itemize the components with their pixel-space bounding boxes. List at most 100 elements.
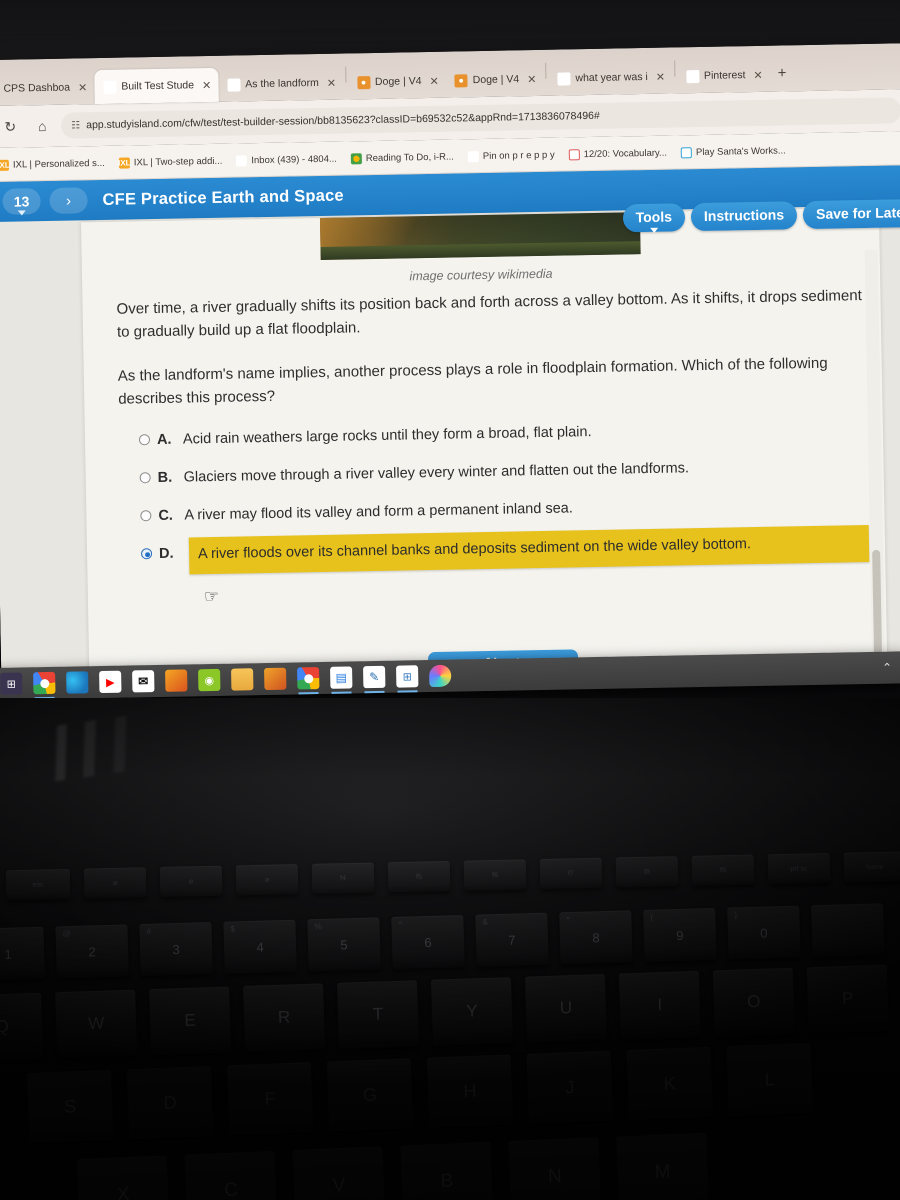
- tab-doge-v4-1[interactable]: ● Doge | V4 ✕: [348, 64, 446, 100]
- taskbar-green-app-icon[interactable]: ◉: [198, 668, 221, 692]
- key-7[interactable]: & 7: [475, 912, 549, 967]
- key-i[interactable]: I: [618, 970, 701, 1040]
- key-f1[interactable]: ø: [83, 867, 147, 899]
- address-bar[interactable]: ☷ app.studyisland.com/cfw/test/test-buil…: [60, 97, 900, 139]
- bookmark-reading-to-do[interactable]: Reading To Do, i-R...: [350, 151, 454, 164]
- radio-button-b[interactable]: [139, 472, 151, 484]
- key-g[interactable]: G: [326, 1058, 414, 1132]
- close-icon[interactable]: ✕: [527, 72, 536, 85]
- key-0[interactable]: ) 0: [727, 905, 801, 960]
- taskbar-calculator-icon[interactable]: ⊞: [396, 665, 419, 688]
- key-f9[interactable]: f9: [691, 854, 755, 886]
- reload-icon[interactable]: ↻: [0, 113, 23, 139]
- start-button[interactable]: ⊞: [0, 672, 23, 695]
- close-icon[interactable]: ✕: [656, 70, 665, 83]
- tab-pinterest[interactable]: Ⓥ Pinterest ✕: [677, 58, 770, 94]
- key-minus[interactable]: [811, 903, 885, 958]
- taskbar-chrome-2-icon[interactable]: [297, 667, 320, 690]
- option-c[interactable]: C. A river may flood its valley and form…: [140, 493, 868, 527]
- show-hidden-icons-button[interactable]: ⌃: [882, 661, 892, 675]
- taskbar-file-explorer-icon[interactable]: [231, 668, 254, 691]
- key-x[interactable]: X: [76, 1155, 170, 1200]
- new-tab-button[interactable]: +: [777, 64, 786, 81]
- radio-button-a[interactable]: [138, 434, 151, 446]
- key-k[interactable]: K: [626, 1046, 714, 1120]
- key-t[interactable]: T: [336, 980, 420, 1049]
- key-r[interactable]: R: [243, 983, 326, 1052]
- key-3[interactable]: # 3: [139, 922, 213, 977]
- taskbar-edge-icon[interactable]: [66, 671, 89, 694]
- bookmark-pin-on-preppy[interactable]: G Pin on p r e p p y: [467, 149, 555, 162]
- option-d[interactable]: D. A river floods over its channel banks…: [140, 525, 870, 606]
- key-f7[interactable]: f7: [539, 857, 603, 890]
- tab-what-year-was[interactable]: G what year was i ✕: [548, 60, 672, 96]
- key-b[interactable]: B: [400, 1141, 494, 1200]
- option-a[interactable]: A. Acid rain weathers large rocks until …: [138, 417, 867, 451]
- taskbar-paint-icon[interactable]: ✎: [363, 665, 386, 689]
- save-for-later-button[interactable]: Save for Late: [802, 199, 900, 230]
- key-f[interactable]: F: [226, 1062, 314, 1136]
- site-info-icon[interactable]: ☷: [71, 120, 79, 131]
- tab-built-test-student[interactable]: ▲ Built Test Stude ✕: [93, 67, 219, 105]
- key-home[interactable]: home: [843, 851, 900, 883]
- tools-button[interactable]: Tools: [622, 203, 686, 233]
- key-esc[interactable]: esc: [5, 868, 71, 901]
- close-icon[interactable]: ✕: [78, 81, 87, 94]
- key-c[interactable]: C: [184, 1150, 278, 1200]
- key-s[interactable]: S: [26, 1069, 114, 1144]
- key-v[interactable]: V: [292, 1146, 386, 1200]
- next-question-arrow-button[interactable]: ›: [49, 187, 88, 214]
- key-o[interactable]: O: [712, 967, 795, 1037]
- key-f6[interactable]: f6: [463, 859, 527, 891]
- key-p[interactable]: P: [806, 964, 889, 1034]
- taskbar-youtube-icon[interactable]: ▶: [99, 670, 122, 694]
- radio-button-d[interactable]: [140, 548, 153, 560]
- key-f8[interactable]: f8: [615, 856, 679, 888]
- key-1[interactable]: ! 1: [0, 926, 45, 981]
- taskbar-document-icon[interactable]: ▤: [330, 666, 353, 689]
- taskbar-firefox-icon[interactable]: [165, 669, 188, 692]
- key-prtsc[interactable]: prt sc: [767, 852, 831, 885]
- bookmark-vocabulary[interactable]: 12/20: Vocabulary...: [568, 147, 667, 160]
- tab-doge-v4-2[interactable]: ● Doge | V4 ✕: [445, 62, 543, 98]
- key-6[interactable]: ^ 6: [391, 915, 465, 969]
- tab-cps-dashboard[interactable]: CPS Dashboa ✕: [0, 70, 95, 106]
- radio-button-c[interactable]: [140, 510, 152, 522]
- key-w[interactable]: W: [55, 989, 138, 1059]
- key-5[interactable]: % 5: [307, 917, 381, 972]
- key-f2[interactable]: ø: [159, 865, 223, 897]
- question-number-badge[interactable]: 13: [2, 188, 41, 215]
- key-m[interactable]: M: [616, 1132, 710, 1200]
- key-9[interactable]: ( 9: [643, 907, 717, 962]
- home-icon[interactable]: ⌂: [29, 113, 55, 139]
- close-icon[interactable]: ✕: [202, 78, 211, 91]
- key-q[interactable]: Q: [0, 992, 44, 1062]
- taskbar-chrome-icon[interactable]: [33, 671, 56, 695]
- key-4[interactable]: $ 4: [223, 919, 297, 974]
- taskbar-paint3d-icon[interactable]: [429, 664, 452, 688]
- tab-as-the-landform[interactable]: G As the landform ✕: [218, 66, 343, 102]
- key-u[interactable]: U: [524, 974, 607, 1043]
- instructions-button[interactable]: Instructions: [690, 201, 798, 232]
- close-icon[interactable]: ✕: [753, 68, 762, 81]
- bookmark-ixl-personalized[interactable]: IXL IXL | Personalized s...: [0, 157, 105, 171]
- taskbar-firefox-2-icon[interactable]: [264, 667, 287, 691]
- bookmark-play-santas-workshop[interactable]: □ Play Santa's Works...: [680, 145, 786, 158]
- key-j[interactable]: J: [526, 1050, 614, 1124]
- key-f5[interactable]: f5: [387, 860, 451, 893]
- key-l[interactable]: L: [726, 1042, 814, 1117]
- bookmark-ixl-two-step[interactable]: IXL IXL | Two-step addi...: [118, 155, 222, 169]
- option-b[interactable]: B. Glaciers move through a river valley …: [139, 455, 868, 489]
- key-d[interactable]: D: [126, 1066, 214, 1140]
- taskbar-capcut-icon[interactable]: ✉: [132, 670, 155, 693]
- key-h[interactable]: H: [426, 1054, 514, 1128]
- key-f3[interactable]: ø: [235, 864, 299, 896]
- close-icon[interactable]: ✕: [327, 76, 336, 89]
- key-2[interactable]: @ 2: [55, 924, 129, 979]
- key-y[interactable]: Y: [430, 977, 514, 1046]
- key-e[interactable]: E: [149, 986, 232, 1056]
- close-icon[interactable]: ✕: [429, 74, 438, 87]
- bookmark-inbox[interactable]: M Inbox (439) - 4804...: [236, 153, 337, 167]
- key-f4[interactable]: f4: [311, 862, 375, 894]
- key-n[interactable]: N: [508, 1137, 602, 1200]
